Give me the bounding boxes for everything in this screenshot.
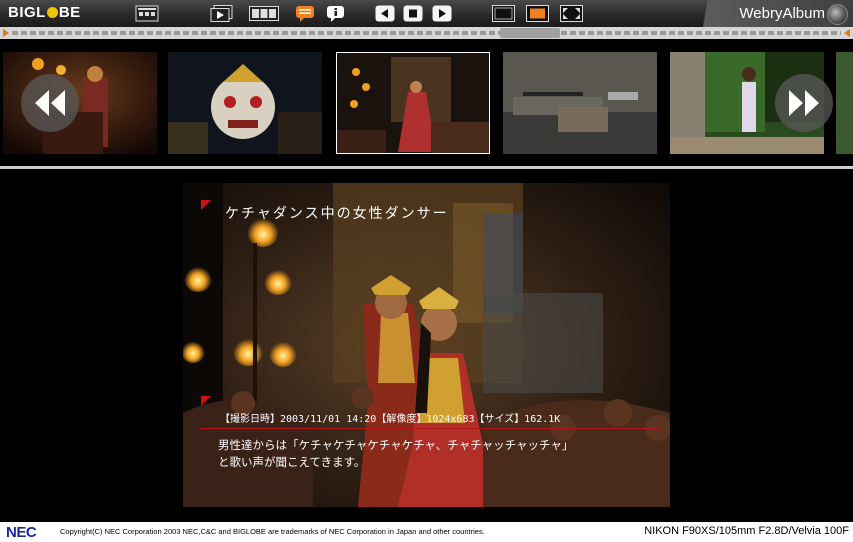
previous-icon[interactable] bbox=[375, 5, 395, 22]
scroll-right-icon[interactable] bbox=[844, 29, 850, 37]
brand-name: WebryAlbum bbox=[739, 5, 825, 22]
photo-metadata: 【撮影日時】2003/11/01 14:20【解像度】1024x683【サイズ】… bbox=[220, 414, 561, 425]
filmstrip-icon[interactable] bbox=[249, 5, 279, 22]
metadata-divider bbox=[200, 428, 660, 429]
thumbnail-strip bbox=[0, 39, 853, 166]
thumbnail-kecak-female-dancer[interactable] bbox=[336, 52, 490, 154]
copyright-text: Copyright(C) NEC Corporation 2003 NEC,C&… bbox=[60, 527, 485, 536]
strip-previous-button[interactable] bbox=[21, 74, 79, 132]
scroll-left-icon[interactable] bbox=[3, 29, 9, 37]
description-line-1: 男性達からは「ケチャケチャケチャケチャ、チャチャッチャッチャ」 bbox=[218, 438, 574, 452]
toolbar: BIGL BE WebryAlbum bbox=[0, 0, 853, 27]
view-normal-icon[interactable] bbox=[492, 5, 515, 22]
scroll-thumb[interactable] bbox=[500, 28, 560, 38]
nec-logo[interactable]: NEC bbox=[6, 524, 37, 541]
biglobe-logo[interactable]: BIGL BE bbox=[8, 4, 81, 22]
strip-next-button[interactable] bbox=[775, 74, 833, 132]
caption-corner-marker bbox=[201, 200, 211, 210]
photo-description: 男性達からは「ケチャケチャケチャケチャ、チャチャッチャッチャ」 と歌い声が聞こえ… bbox=[218, 437, 573, 471]
info-icon[interactable] bbox=[326, 5, 346, 22]
camera-info: NIKON F90XS/105mm F2.8D/Velvia 100F bbox=[644, 525, 849, 537]
camera-lens-icon bbox=[827, 4, 848, 25]
info-corner-marker bbox=[201, 396, 211, 406]
next-icon[interactable] bbox=[432, 5, 452, 22]
photo-caption: ケチャダンス中の女性ダンサー bbox=[225, 206, 449, 222]
footer: NEC Copyright(C) NEC Corporation 2003 NE… bbox=[0, 520, 853, 542]
thumbnail-barong-mask-dancer[interactable] bbox=[168, 52, 322, 154]
scroll-track bbox=[12, 31, 841, 35]
thumbnail-list-icon[interactable] bbox=[135, 5, 159, 22]
brand-tab: WebryAlbum bbox=[693, 0, 853, 27]
thumbnail-partial[interactable] bbox=[836, 52, 853, 154]
strip-scrollbar[interactable] bbox=[0, 27, 853, 39]
slideshow-icon[interactable] bbox=[210, 5, 234, 22]
view-medium-icon[interactable] bbox=[526, 5, 549, 22]
description-line-2: と歌い声が聞こえてきます。 bbox=[218, 455, 366, 469]
view-fullscreen-icon[interactable] bbox=[560, 5, 583, 22]
double-chevron-right-icon bbox=[789, 90, 819, 116]
thumbnail-workshop-tools[interactable] bbox=[503, 52, 657, 154]
stop-icon[interactable] bbox=[403, 5, 423, 22]
double-chevron-left-icon bbox=[35, 90, 65, 116]
strip-divider bbox=[0, 166, 853, 169]
comment-icon[interactable] bbox=[295, 5, 315, 22]
